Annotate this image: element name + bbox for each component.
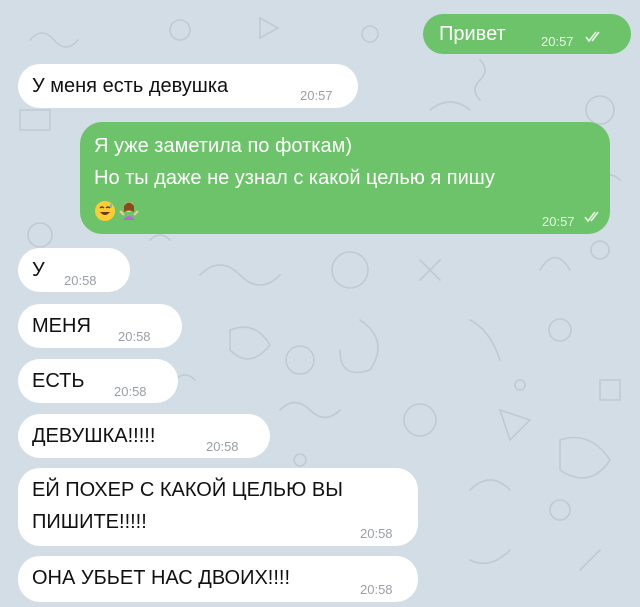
message-time: 20:58 [206, 439, 239, 454]
message-text: ДЕВУШКА!!!!! [32, 425, 156, 447]
message-bubble-incoming[interactable]: ЕЙ ПОХЕР С КАКОЙ ЦЕЛЬЮ ВЫ ПИШИТЕ!!!!! 20… [18, 468, 418, 546]
message-bubble-incoming[interactable]: ОНА УБЬЕТ НАС ДВОИХ!!!! 20:58 [18, 556, 418, 602]
message-text-line: Но ты даже не узнал с какой целью я пишу [94, 167, 495, 189]
message-text: У [32, 259, 45, 281]
message-bubble-incoming[interactable]: МЕНЯ 20:58 [18, 304, 182, 348]
message-time: 20:58 [114, 384, 147, 399]
message-text: МЕНЯ [32, 315, 91, 337]
message-bubble-outgoing[interactable]: Я уже заметила по фоткам) Но ты даже не … [80, 122, 610, 234]
message-text-line: ПИШИТЕ!!!!! [32, 511, 147, 533]
message-time: 20:58 [64, 273, 97, 288]
message-text-line: ЕЙ ПОХЕР С КАКОЙ ЦЕЛЬЮ ВЫ [32, 479, 343, 501]
message-text: Привет [439, 23, 506, 45]
message-bubble-incoming[interactable]: У меня есть девушка 20:57 [18, 64, 358, 108]
double-check-icon [585, 31, 600, 43]
grinning-sweat-emoji [95, 201, 115, 221]
message-text-line: Я уже заметила по фоткам) [94, 135, 352, 157]
message-time: 20:57 [541, 34, 574, 49]
message-time: 20:58 [360, 526, 393, 541]
message-time: 20:58 [118, 329, 151, 344]
message-bubble-incoming[interactable]: У 20:58 [18, 248, 130, 292]
double-check-icon [584, 211, 599, 223]
message-text: ЕСТЬ [32, 370, 85, 392]
chat-view[interactable]: Привет 20:57 У меня есть девушка 20:57 Я… [0, 0, 640, 607]
message-time: 20:58 [360, 582, 393, 597]
message-text: ОНА УБЬЕТ НАС ДВОИХ!!!! [32, 567, 291, 589]
message-time: 20:57 [300, 88, 333, 103]
message-text: У меня есть девушка [32, 75, 229, 97]
message-bubble-incoming[interactable]: ДЕВУШКА!!!!! 20:58 [18, 414, 270, 458]
message-time: 20:57 [542, 214, 575, 229]
message-bubble-incoming[interactable]: ЕСТЬ 20:58 [18, 359, 178, 403]
message-bubble-outgoing[interactable]: Привет 20:57 [423, 14, 631, 54]
woman-shrugging-emoji [119, 202, 139, 220]
